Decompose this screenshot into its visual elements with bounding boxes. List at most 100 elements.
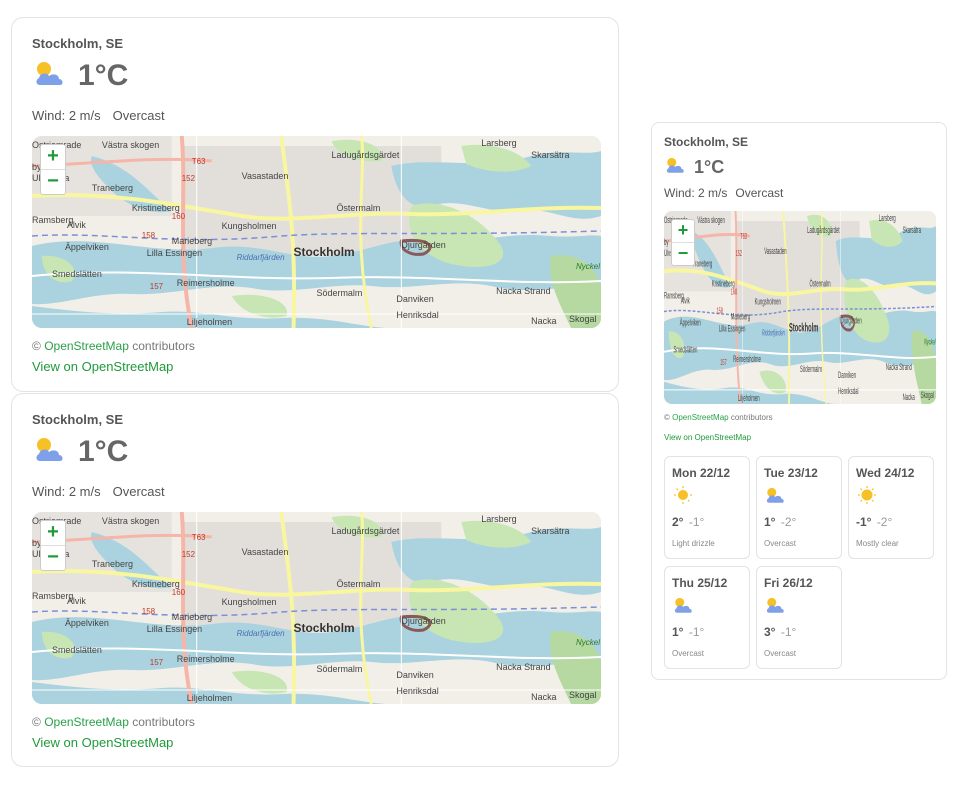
map-label-reimersholme: Reimersholme	[177, 654, 235, 664]
forecast-desc: Overcast	[764, 539, 797, 548]
zoom-out-button[interactable]: −	[41, 170, 65, 194]
forecast-low: -1°	[688, 515, 705, 529]
zoom-control: + −	[40, 520, 66, 571]
condition: Overcast	[112, 108, 165, 123]
forecast-temps: 1° -1°	[672, 625, 704, 639]
map-label-appelviken: Äppelviken	[65, 618, 109, 628]
forecast-desc: Overcast	[764, 649, 797, 658]
forecast-day-name: Fri 26/12	[764, 576, 813, 590]
map-label-vasastaden: Vasastaden	[242, 547, 289, 557]
map-label-skarsatra: Skarsätra	[531, 150, 569, 160]
map-label-sodermalm: Södermalm	[317, 664, 363, 674]
forecast-temps: 2° -1°	[672, 515, 704, 529]
partly-cloudy-icon	[764, 595, 786, 620]
city-name: Stockholm, SE	[32, 412, 124, 427]
map-label-danviken: Danviken	[396, 294, 433, 304]
wind-speed: Wind: 2 m/s	[32, 484, 101, 499]
map-label-ostermalm: Östermalm	[810, 279, 831, 289]
partly-cloudy-icon	[664, 155, 686, 180]
zoom-out-button[interactable]: −	[672, 243, 694, 265]
wind-speed: Wind: 2 m/s	[664, 186, 728, 200]
partly-cloudy-icon	[764, 485, 786, 510]
temperature: 1°C	[78, 434, 129, 468]
partly-cloudy-icon	[32, 58, 66, 93]
forecast-day-name: Mon 22/12	[672, 466, 731, 480]
zoom-in-button[interactable]: +	[41, 521, 65, 546]
wind-condition: Wind: 2 m/s Overcast	[664, 186, 783, 200]
map-label-nacka: Nacka	[531, 692, 556, 702]
weather-card: Stockholm, SE 1°C Wind: 2 m/s Overcast S…	[11, 393, 619, 767]
map[interactable]: Stockholm Vasastaden Östermalm Kungsholmen D…	[32, 512, 601, 704]
map-label-reimersholme: Reimersholme	[177, 278, 235, 288]
osm-link[interactable]: OpenStreetMap	[44, 715, 129, 729]
temperature-row: 1°C	[32, 434, 128, 469]
condition: Overcast	[112, 484, 165, 499]
map-canvas[interactable]: Stockholm Vasastaden Östermalm Kungsholmen D…	[32, 136, 601, 328]
map-label-r152: 152	[182, 174, 196, 183]
map-attribution: © OpenStreetMap contributors	[32, 715, 195, 729]
map-label-ladugardsgardet: Ladugårdsgärdet	[331, 526, 399, 536]
map-label-danviken: Danviken	[396, 670, 433, 680]
temperature: 1°C	[694, 157, 725, 177]
map-canvas[interactable]: Stockholm Vasastaden Östermalm Kungsholmen D…	[32, 512, 601, 704]
map-label-lilla-essingen: Lilla Essingen	[719, 324, 746, 334]
zoom-control: + −	[40, 144, 66, 195]
weather-card-compact: Stockholm, SE 1°C Wind: 2 m/s Overcast S…	[651, 122, 947, 680]
map-label-r152: 152	[736, 250, 743, 259]
forecast-day: Fri 26/12 3° -1° Overcast	[756, 566, 842, 669]
map-label-vastra-skogen: Västra skogen	[102, 140, 159, 150]
map-label-stockholm: Stockholm	[294, 621, 355, 635]
map-label-nacka: Nacka	[531, 316, 556, 326]
map-label-liljeholmen: Liljeholmen	[187, 317, 232, 327]
map-label-nacka-strand: Nacka Strand	[496, 662, 550, 672]
map-tiles[interactable]: Stockholm Vasastaden Östermalm Kungsholmen D…	[664, 211, 936, 404]
zoom-control: + −	[671, 219, 695, 266]
map-label-henriksdal: Henriksdal	[396, 686, 438, 696]
forecast-desc: Mostly clear	[856, 539, 899, 548]
map-label-r157: 157	[720, 358, 727, 367]
map-label-larsberg: Larsberg	[879, 213, 896, 223]
forecast-low: -1°	[688, 625, 705, 639]
map-label-ostermalm: Östermalm	[336, 203, 380, 213]
zoom-in-button[interactable]: +	[672, 220, 694, 243]
map-label-r157: 157	[150, 658, 164, 667]
zoom-out-button[interactable]: −	[41, 546, 65, 570]
map-label-ladugardsgardet: Ladugårdsgärdet	[331, 150, 399, 160]
forecast-day: Wed 24/12 -1° -2° Mostly clear	[848, 456, 934, 559]
osm-link[interactable]: OpenStreetMap	[44, 339, 129, 353]
temperature-row: 1°C	[664, 155, 724, 180]
condition: Overcast	[735, 186, 784, 200]
map-label-r160: 160	[172, 588, 186, 597]
forecast-low: -2°	[780, 515, 797, 529]
map-label-r158: 158	[716, 307, 723, 316]
map-label-lilla-essingen: Lilla Essingen	[147, 248, 202, 258]
map-label-r160: 160	[731, 288, 738, 297]
forecast-high: 1°	[672, 625, 684, 639]
map-label-traneberg: Traneberg	[92, 183, 133, 193]
map-label-amsberg: Ramsberg	[32, 591, 73, 601]
copyright-symbol: ©	[32, 715, 45, 729]
partly-cloudy-icon	[672, 595, 694, 620]
map-label-ladugardsgardet: Ladugårdsgärdet	[807, 225, 839, 235]
forecast-desc: Overcast	[672, 649, 705, 658]
zoom-in-button[interactable]: +	[41, 145, 65, 170]
map-label-henriksdal: Henriksdal	[838, 386, 859, 396]
map-label-riddarfjarden: Riddarfjärden	[237, 629, 285, 638]
map-canvas[interactable]: Stockholm Vasastaden Östermalm Kungsholmen D…	[664, 211, 936, 404]
osm-link[interactable]: OpenStreetMap	[672, 413, 728, 422]
map-label-marieberg: Marieberg	[731, 312, 750, 322]
map[interactable]: Stockholm Vasastaden Östermalm Kungsholmen D…	[32, 136, 601, 328]
map-tiles[interactable]: Stockholm Vasastaden Östermalm Kungsholmen D…	[32, 512, 601, 704]
map-label-lilla-essingen: Lilla Essingen	[147, 624, 202, 634]
view-on-osm-link[interactable]: View on OpenStreetMap	[32, 359, 173, 374]
map-label-djurgarden: Djurgården	[401, 616, 445, 626]
map-label-ostermalm: Östermalm	[336, 579, 380, 589]
map[interactable]: Stockholm Vasastaden Östermalm Kungsholmen D…	[664, 211, 936, 404]
view-on-osm-link[interactable]: View on OpenStreetMap	[32, 735, 173, 750]
view-on-osm-link[interactable]: View on OpenStreetMap	[664, 433, 751, 442]
map-label-vastra-skogen: Västra skogen	[102, 516, 159, 526]
map-label-liljeholmen: Liljeholmen	[738, 393, 760, 403]
map-label-nyckel: Nyckel	[924, 338, 936, 347]
forecast-day: Thu 25/12 1° -1° Overcast	[664, 566, 750, 669]
map-tiles[interactable]: Stockholm Vasastaden Östermalm Kungsholmen D…	[32, 136, 601, 328]
